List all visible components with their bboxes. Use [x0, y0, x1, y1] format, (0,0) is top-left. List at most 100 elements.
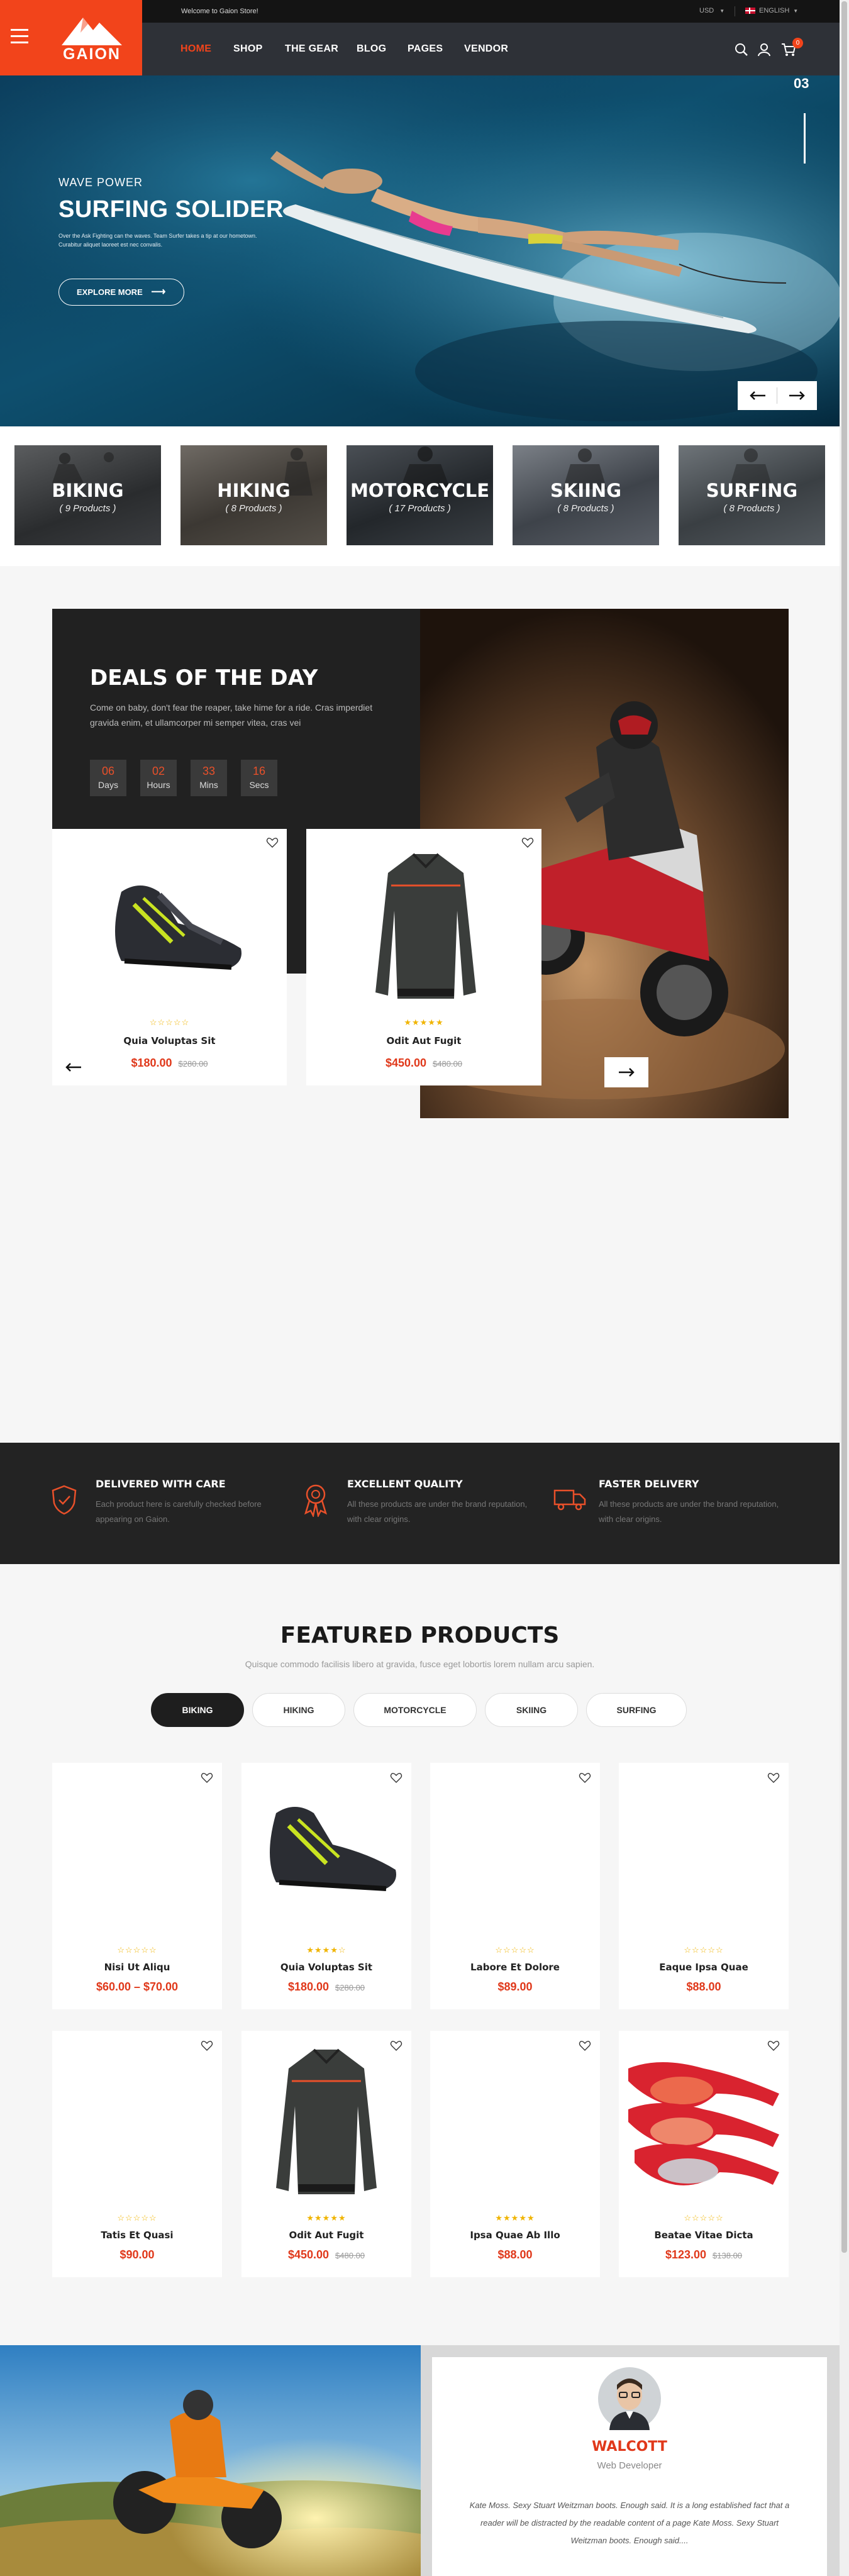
testimonial-quote: Kate Moss. Sexy Stuart Weitzman boots. E…	[469, 2501, 790, 2545]
old-price: $480.00	[335, 2251, 365, 2260]
current-price: $450.00	[287, 2248, 330, 2261]
tab-surfing[interactable]: SURFING	[586, 1693, 687, 1727]
dirtbike-image	[0, 2345, 421, 2576]
feature-title: EXCELLENT QUALITY	[347, 1478, 463, 1490]
user-account-icon[interactable]	[757, 43, 771, 57]
deals-next-button[interactable]	[604, 1057, 648, 1087]
deal-product-card[interactable]: ☆☆☆☆☆ Quia Voluptas Sit $180.00 $280.00	[52, 829, 287, 1085]
heart-wishlist-icon[interactable]	[266, 836, 279, 849]
currency-selector[interactable]: USD ▼	[699, 7, 724, 14]
countdown-label: Days	[98, 780, 118, 790]
product-card[interactable]: ☆☆☆☆☆ Tatis Et Quasi $90.00	[52, 2031, 222, 2277]
hamburger-menu-icon[interactable]	[11, 29, 28, 43]
countdown-value: 06	[101, 765, 115, 777]
cycling-shoe-image	[270, 1807, 396, 1891]
product-price: $89.00	[430, 1980, 600, 1994]
cycling-jacket-image	[276, 2048, 377, 2194]
category-motorcycle[interactable]: MOTORCYCLE ( 17 Products )	[347, 445, 493, 545]
product-card[interactable]: ★★★★☆ Quia Voluptas Sit $180.00 $280.00	[241, 1763, 411, 2009]
product-name[interactable]: Quia Voluptas Sit	[241, 1962, 411, 1973]
slider-arrows	[738, 381, 817, 410]
feature-text: Each product here is carefully checked b…	[96, 1499, 262, 1524]
heart-wishlist-icon[interactable]	[579, 1772, 591, 1784]
language-selector[interactable]: ENGLISH ▼	[745, 7, 798, 14]
arrow-right-icon[interactable]	[788, 390, 806, 401]
heart-wishlist-icon[interactable]	[201, 1772, 213, 1784]
rating-stars: ★★★★★	[495, 2213, 535, 2223]
old-price: $138.00	[713, 2251, 743, 2260]
product-card[interactable]: ☆☆☆☆☆ Eaque Ipsa Quae $88.00	[619, 1763, 789, 2009]
featured-subtitle: Quisque commodo facilisis libero at grav…	[245, 1659, 595, 1669]
tab-biking[interactable]: BIKING	[151, 1693, 244, 1727]
arrow-right-icon[interactable]	[618, 1067, 635, 1078]
product-name[interactable]: Nisi Ut Aliqu	[52, 1962, 222, 1973]
award-ribbon-icon	[304, 1484, 328, 1517]
scrollbar-thumb[interactable]	[841, 1, 847, 2253]
tab-skiing[interactable]: SKIING	[485, 1693, 578, 1727]
product-name[interactable]: Tatis Et Quasi	[52, 2229, 222, 2241]
product-name[interactable]: Labore Et Dolore	[430, 1962, 600, 1973]
slide-progress-bar	[804, 113, 806, 164]
product-name[interactable]: Odit Aut Fugit	[241, 2229, 411, 2241]
category-skiing[interactable]: SKIING ( 8 Products )	[513, 445, 659, 545]
deals-description: Come on baby, don't fear the reaper, tak…	[90, 702, 373, 728]
nav-pages[interactable]: PAGES	[408, 43, 443, 55]
product-name[interactable]: Ipsa Quae Ab Illo	[430, 2229, 600, 2241]
product-price: $180.00 $280.00	[241, 1980, 411, 1994]
current-price: $88.00	[497, 2248, 533, 2261]
cycling-shoe-image	[115, 886, 241, 970]
product-name[interactable]: Eaque Ipsa Quae	[619, 1962, 789, 1973]
heart-wishlist-icon[interactable]	[201, 2040, 213, 2052]
brand-name: GAION	[63, 45, 121, 63]
page-scrollbar[interactable]	[840, 0, 849, 2576]
product-name[interactable]: Odit Aut Fugit	[306, 1035, 541, 1046]
feature-title: DELIVERED WITH CARE	[96, 1478, 226, 1490]
tab-hiking[interactable]: HIKING	[252, 1693, 345, 1727]
heart-wishlist-icon[interactable]	[767, 2040, 780, 2052]
category-surfing[interactable]: SURFING ( 8 Products )	[679, 445, 825, 545]
category-name: BIKING	[52, 480, 124, 501]
sport-sunglasses-image	[628, 2062, 779, 2185]
logo-block[interactable]: GAION	[0, 0, 142, 75]
current-price: $450.00	[385, 1057, 427, 1069]
tab-motorcycle[interactable]: MOTORCYCLE	[353, 1693, 477, 1727]
heart-wishlist-icon[interactable]	[579, 2040, 591, 2052]
nav-home[interactable]: HOME	[180, 43, 211, 55]
product-price: $123.00 $138.00	[619, 2248, 789, 2262]
rating-stars: ☆☆☆☆☆	[117, 2213, 157, 2223]
product-card[interactable]: ☆☆☆☆☆ Labore Et Dolore $89.00	[430, 1763, 600, 2009]
nav-vendor[interactable]: VENDOR	[464, 43, 508, 55]
category-biking[interactable]: BIKING ( 9 Products )	[14, 445, 161, 545]
testimonial-name: WALCOTT	[592, 2439, 667, 2455]
current-price: $90.00	[119, 2248, 155, 2261]
heart-wishlist-icon[interactable]	[390, 1772, 402, 1784]
nav-the-gear[interactable]: THE GEAR	[285, 43, 338, 55]
arrow-left-icon[interactable]	[749, 390, 767, 401]
category-name: SURFING	[706, 480, 798, 501]
countdown-value: 33	[202, 765, 216, 777]
heart-wishlist-icon[interactable]	[390, 2040, 402, 2052]
category-hiking[interactable]: HIKING ( 8 Products )	[180, 445, 327, 545]
product-name[interactable]: Beatae Vitae Dicta	[619, 2229, 789, 2241]
nav-blog[interactable]: BLOG	[357, 43, 386, 55]
product-price: $90.00	[52, 2248, 222, 2262]
product-price: $450.00 $480.00	[306, 1057, 541, 1070]
product-card[interactable]: ☆☆☆☆☆ Beatae Vitae Dicta $123.00 $138.00	[619, 2031, 789, 2277]
product-card[interactable]: ★★★★★ Odit Aut Fugit $450.00 $480.00	[241, 2031, 411, 2277]
heart-wishlist-icon[interactable]	[767, 1772, 780, 1784]
product-card[interactable]: ☆☆☆☆☆ Nisi Ut Aliqu $60.00 – $70.00	[52, 1763, 222, 2009]
rating-stars: ☆☆☆☆☆	[684, 1945, 724, 1955]
explore-more-button[interactable]: EXPLORE MORE ⟶	[58, 279, 184, 306]
deal-product-card[interactable]: ★★★★★ Odit Aut Fugit $450.00 $480.00	[306, 829, 541, 1085]
nav-shop[interactable]: SHOP	[233, 43, 263, 55]
search-icon[interactable]	[735, 43, 748, 57]
product-card[interactable]: ★★★★★ Ipsa Quae Ab Illo $88.00	[430, 2031, 600, 2277]
heart-wishlist-icon[interactable]	[521, 836, 534, 849]
countdown-label: Hours	[147, 780, 170, 790]
dirtbike-rider-image	[0, 2345, 421, 2576]
rating-stars: ☆☆☆☆☆	[495, 1945, 535, 1955]
product-name[interactable]: Quia Voluptas Sit	[52, 1035, 287, 1046]
old-price: $280.00	[178, 1059, 208, 1069]
arrow-left-icon[interactable]	[65, 1062, 82, 1073]
hero-desc-line1: Over the Ask Fighting can the waves. Tea…	[58, 233, 257, 239]
